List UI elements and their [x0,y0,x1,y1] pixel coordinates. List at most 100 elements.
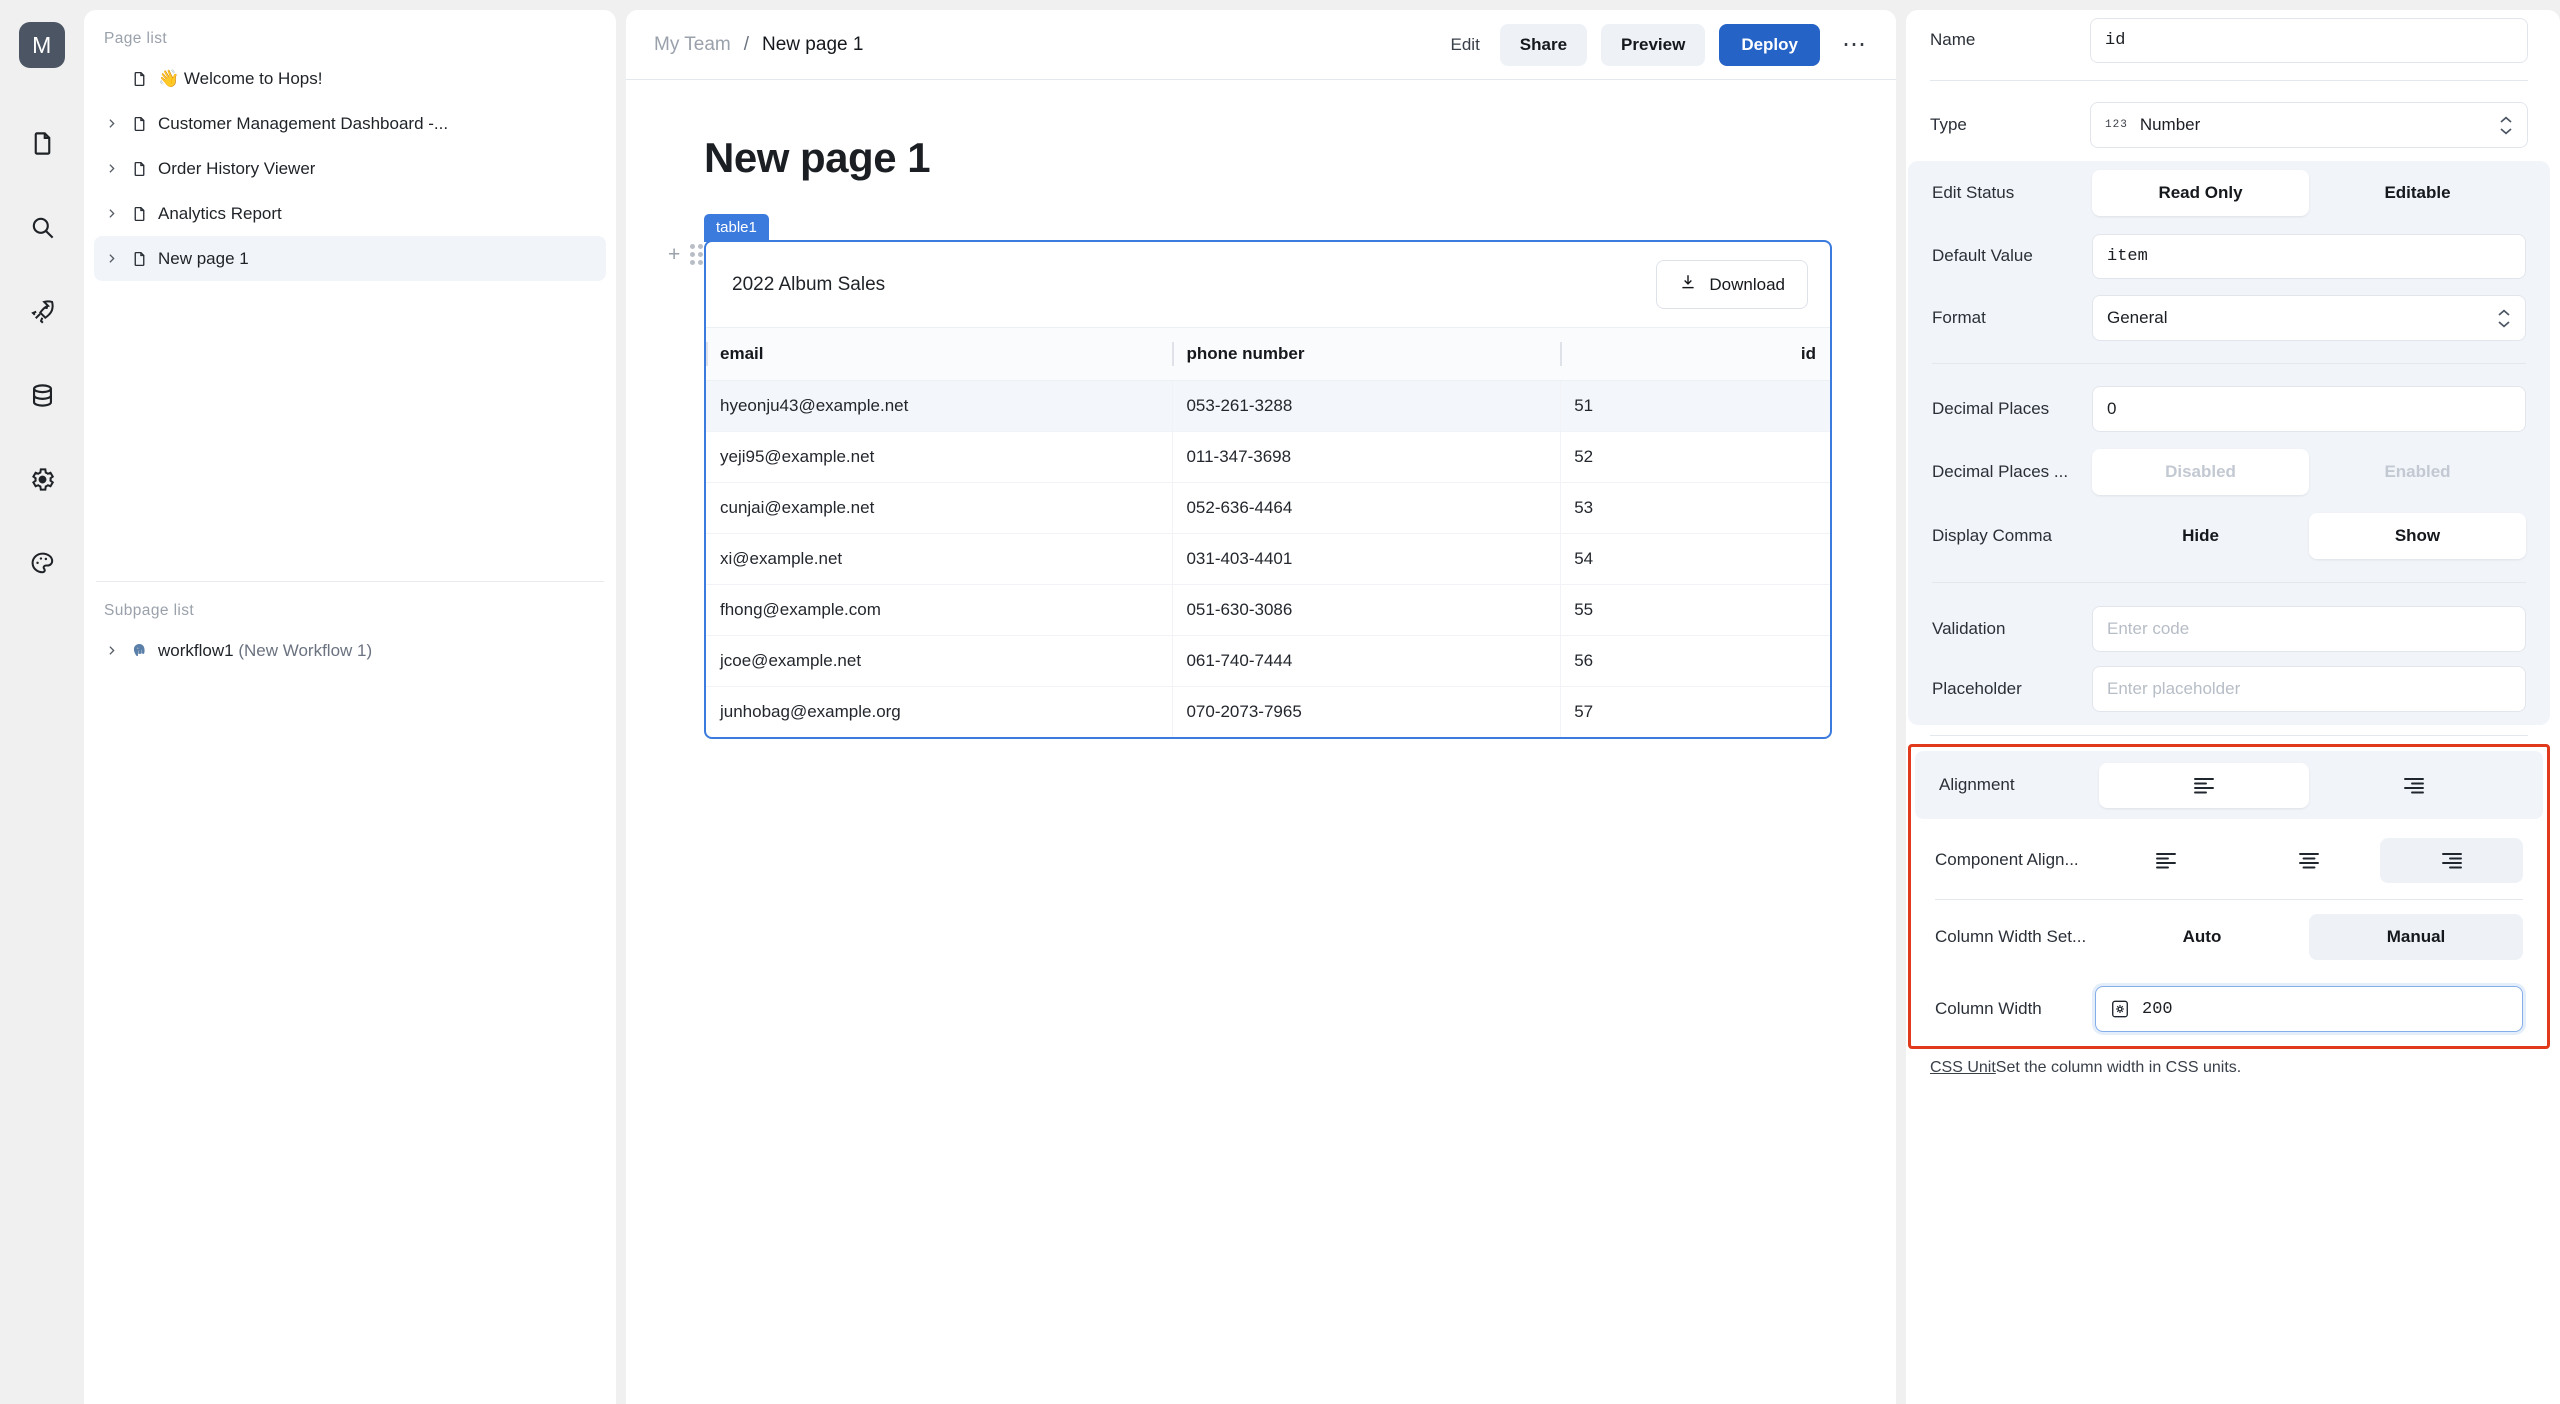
component-alignment-right-button[interactable] [2380,837,2524,883]
rocket-icon[interactable] [19,288,65,334]
page-list-item-analytics-report[interactable]: Analytics Report [94,191,606,236]
download-button[interactable]: Download [1656,260,1808,309]
column-width-input-wrap[interactable]: 200 [2095,986,2523,1032]
table-row[interactable]: xi@example.net 031-403-4401 54 [706,533,1830,585]
chevron-right-icon[interactable] [98,117,124,130]
workspace-avatar[interactable]: M [19,22,65,68]
breadcrumb-current: New page 1 [762,33,864,55]
subpage-item-workflow1[interactable]: workflow1 (New Workflow 1) [94,628,606,673]
column-header-email[interactable]: email [706,327,1173,381]
display-comma-hide-button[interactable]: Hide [2092,513,2309,559]
add-block-icon[interactable]: + [668,244,680,265]
gear-icon[interactable] [19,456,65,502]
table-card-header: 2022 Album Sales Download [706,242,1830,327]
inspector-scroll[interactable]: Name Type 123 Number [1906,10,2552,1404]
column-header-id[interactable]: id [1560,327,1830,381]
field-label-display-comma: Display Comma [1932,526,2052,545]
more-options-button[interactable]: ⋯ [1834,31,1874,59]
widget-name-tag[interactable]: table1 [704,214,769,242]
alignment-segmented [2099,762,2519,808]
table-body: hyeonju43@example.net 053-261-3288 51 ye… [706,380,1830,738]
default-value-input[interactable] [2092,233,2526,279]
alignment-right-button[interactable] [2309,763,2519,808]
page-list-item-label: New page 1 [158,248,249,268]
table-row[interactable]: junhobag@example.org 070-2073-7965 57 [706,686,1830,738]
field-label-validation: Validation [1932,619,2006,638]
field-label-alignment: Alignment [1939,775,2015,794]
document-icon[interactable] [19,120,65,166]
field-column-width-setting: Column Width Set... Auto Manual [1911,902,2547,972]
table-head: email phone number id [706,327,1830,381]
cell-id: 53 [1560,482,1830,534]
edit-status-editable-button[interactable]: Editable [2309,170,2526,216]
chevron-right-icon[interactable] [98,644,124,657]
page-list-title: Page list [104,30,168,47]
chevron-right-icon[interactable] [98,252,124,265]
page-list-item-customer-management-dashboard[interactable]: Customer Management Dashboard -... [94,101,606,146]
share-button[interactable]: Share [1499,23,1588,66]
column-header-phone-number[interactable]: phone number [1172,327,1561,381]
subpage-item-label: workflow1 (New Workflow 1) [158,641,372,661]
chevron-right-icon[interactable] [98,207,124,220]
page-list-item-order-history-viewer[interactable]: Order History Viewer [94,146,606,191]
top-bar: My Team / New page 1 Edit Share Preview … [626,10,1896,80]
display-comma-show-button[interactable]: Show [2309,513,2526,559]
deploy-button[interactable]: Deploy [1719,23,1820,66]
display-comma-segmented: Hide Show [2092,513,2526,559]
table-header-row: email phone number id [706,327,1830,381]
decimal-places-enabled-button[interactable]: Enabled [2309,449,2526,495]
field-name: Name [1906,10,2552,66]
page-list-item-label: 👋 Welcome to Hops! [158,68,323,88]
validation-input[interactable] [2092,606,2526,652]
table-row[interactable]: yeji95@example.net 011-347-3698 52 [706,431,1830,483]
decimal-places-toggle-segmented: Disabled Enabled [2092,449,2526,495]
breadcrumb-parent[interactable]: My Team [654,34,731,56]
cell-email: jcoe@example.net [706,635,1173,687]
page-list-item-welcome[interactable]: 👋 Welcome to Hops! [94,56,606,101]
divider [1932,582,2526,583]
component-alignment-center-button[interactable] [2238,838,2381,883]
decimal-places-input[interactable] [2092,386,2526,432]
field-alignment: Alignment [1915,751,2543,819]
field-label-placeholder: Placeholder [1932,679,2022,698]
cell-email: hyeonju43@example.net [706,380,1173,432]
field-decimal-places: Decimal Places [1908,378,2550,440]
column-width-auto-button[interactable]: Auto [2095,914,2309,960]
inspector-panel: Name Type 123 Number [1906,10,2560,1404]
column-width-manual-button[interactable]: Manual [2309,914,2523,960]
type-select-value: Number [2139,115,2201,134]
table-row[interactable]: hyeonju43@example.net 053-261-3288 51 [706,380,1830,432]
name-input[interactable] [2090,17,2528,63]
edit-status-read-only-button[interactable]: Read Only [2092,170,2309,216]
palette-icon[interactable] [19,540,65,586]
column-width-value: 200 [2142,999,2173,1019]
css-unit-link[interactable]: CSS Unit [1930,1059,1996,1076]
page-list-item-new-page-1[interactable]: New page 1 [94,236,606,281]
app-root: M Page list 👋 Welcome to Hops! Customer … [0,0,2560,1404]
chevron-right-icon[interactable] [98,162,124,175]
alignment-left-button[interactable] [2099,762,2309,808]
database-icon[interactable] [19,372,65,418]
format-select[interactable]: General [2092,295,2526,341]
drag-handle-icon[interactable] [690,244,704,265]
table-row[interactable]: cunjai@example.net 052-636-4464 53 [706,482,1830,534]
file-icon [124,69,154,89]
edit-button[interactable]: Edit [1445,25,1486,65]
preview-button[interactable]: Preview [1601,23,1706,66]
table-widget: + table1 2022 Album Sales Download email… [668,214,1832,739]
table-row[interactable]: fhong@example.com 051-630-3086 55 [706,584,1830,636]
page-title: New page 1 [704,134,931,181]
search-icon[interactable] [19,204,65,250]
component-alignment-left-button[interactable] [2095,838,2238,883]
field-label-decimal-places-toggle: Decimal Places ... [1932,462,2069,481]
component-alignment-segmented [2095,837,2524,883]
type-select[interactable]: 123 Number [2090,102,2528,148]
table-row[interactable]: jcoe@example.net 061-740-7444 56 [706,635,1830,687]
placeholder-input[interactable] [2092,666,2526,712]
format-select-value: General [2107,308,2168,327]
field-label-name: Name [1930,30,1976,49]
page-list-item-label: Customer Management Dashboard -... [158,113,449,133]
divider [1930,735,2528,736]
decimal-places-disabled-button[interactable]: Disabled [2092,449,2309,495]
field-placeholder: Placeholder [1908,661,2550,725]
